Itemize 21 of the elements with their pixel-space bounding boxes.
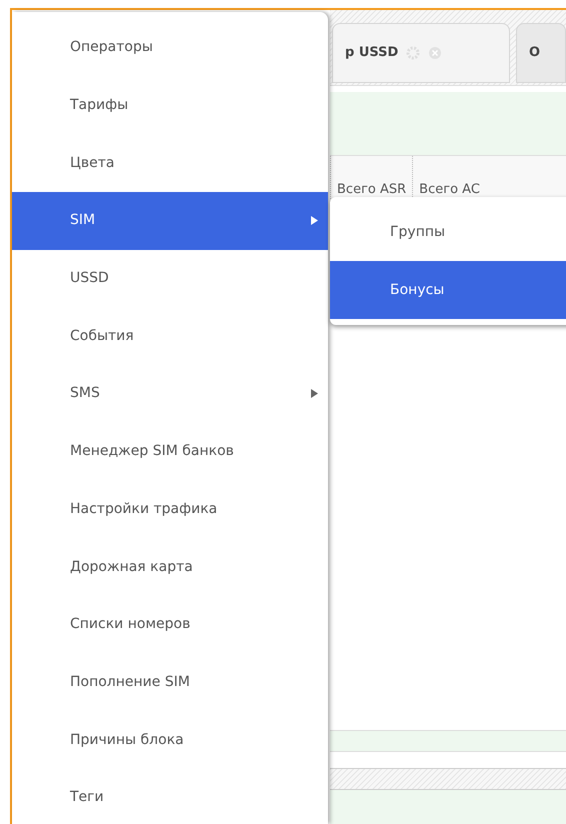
close-icon[interactable]	[428, 46, 442, 60]
menu-item[interactable]: Настройки трафика	[12, 480, 328, 538]
menu-item[interactable]: Теги	[12, 768, 328, 824]
menu-item[interactable]: SMS	[12, 365, 328, 423]
menu-item[interactable]: Тарифы	[12, 76, 328, 134]
tab[interactable]: О	[516, 23, 566, 83]
menu-item[interactable]: Цвета	[12, 134, 328, 192]
menu-item[interactable]: Операторы	[12, 19, 328, 77]
menu-item[interactable]: События	[12, 307, 328, 366]
caret-icon	[311, 216, 318, 226]
menu-item[interactable]: Группы	[330, 203, 566, 261]
menu-item[interactable]: Списки номеров	[12, 596, 328, 654]
menu-item[interactable]: Причины блока	[12, 711, 328, 769]
menu-item[interactable]: Менеджер SIM банков	[12, 422, 328, 480]
menu-item[interactable]: USSD	[12, 250, 328, 308]
menu-item[interactable]: Бонусы	[330, 261, 566, 319]
menu-item[interactable]: SIM	[12, 192, 328, 250]
menu-item[interactable]: Пополнение SIM	[12, 654, 328, 712]
caret-icon	[311, 389, 318, 398]
tab[interactable]: р USSD	[332, 23, 510, 83]
menu-item[interactable]: Дорожная карта	[12, 538, 328, 596]
